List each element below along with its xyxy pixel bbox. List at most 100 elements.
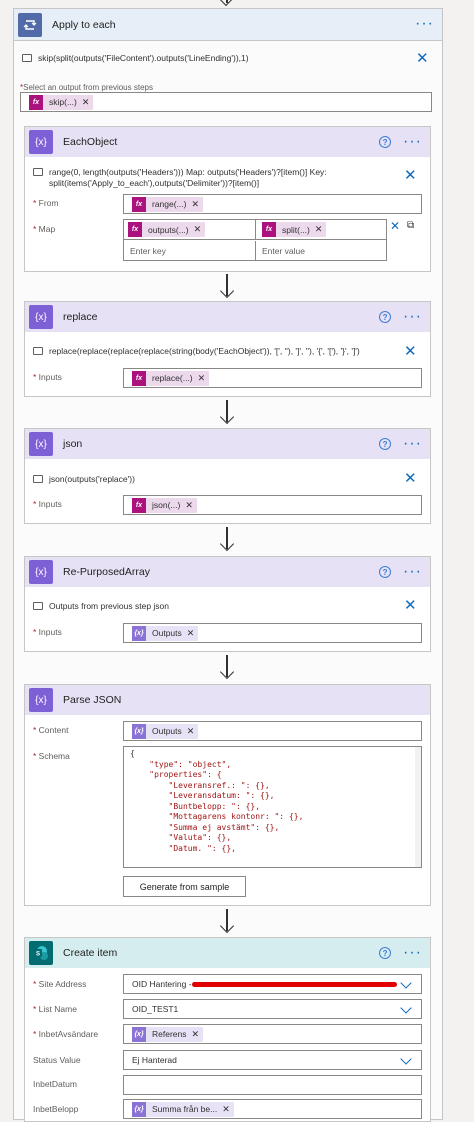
apply-comment[interactable]: skip(split(outputs('FileContent').output… — [22, 53, 402, 64]
apply-token[interactable]: fx skip(...) ✕ — [29, 94, 94, 110]
help-icon[interactable]: ? — [379, 311, 392, 323]
from-token[interactable]: fx range(...) ✕ — [132, 196, 204, 212]
parse-json-header[interactable]: {x} Parse JSON — [25, 685, 430, 715]
list-name-dropdown[interactable]: OID_TEST1 — [123, 999, 422, 1019]
comment-icon — [33, 168, 43, 176]
chevron-down-icon[interactable] — [400, 1002, 412, 1014]
inbet-belopp-field[interactable]: {x} Summa från be... ✕ — [123, 1099, 422, 1119]
eachobject-comment[interactable]: range(0, length(outputs('Headers'))) Map… — [33, 167, 363, 189]
comment-icon — [33, 475, 43, 483]
json-inputs-label: * Inputs — [33, 499, 62, 509]
token-remove-icon[interactable]: ✕ — [315, 224, 323, 235]
inbet-datum-field[interactable] — [123, 1075, 422, 1095]
json-comment-close-icon[interactable]: ✕ — [404, 471, 417, 486]
json-card: {x} json ? ··· json(outputs('replace')) ✕… — [24, 428, 431, 524]
eachobject-more-icon[interactable]: ··· — [403, 134, 422, 150]
token-remove-icon[interactable]: ✕ — [82, 97, 90, 108]
fx-icon: fx — [29, 94, 43, 110]
inbet-avsandare-token[interactable]: {x} Referens ✕ — [132, 1026, 204, 1042]
fx-icon: fx — [262, 222, 276, 237]
inbet-avsandare-field[interactable]: {x} Referens ✕ — [123, 1024, 422, 1044]
map-switch-mode-icon[interactable]: ⧉ — [407, 220, 414, 231]
json-inputs-field[interactable]: fx json(...) ✕ — [123, 495, 422, 515]
redaction-mark — [192, 982, 397, 987]
token-remove-icon[interactable]: ✕ — [222, 1104, 230, 1115]
apply-comment-close-icon[interactable]: ✕ — [416, 51, 429, 66]
create-item-card: S Create item ? ··· * Site Address OID Ha… — [24, 937, 431, 1122]
connector-arrowhead-top — [218, 0, 234, 7]
parse-content-field[interactable]: {x} Outputs ✕ — [123, 721, 422, 741]
chevron-down-icon[interactable] — [400, 977, 412, 989]
eachobject-header[interactable]: {x} EachObject ? ··· — [25, 127, 430, 157]
schema-line: "Buntbelopp: ": {}, — [130, 801, 261, 811]
eachobject-from-field[interactable]: fx range(...) ✕ — [123, 194, 422, 214]
json-title: json — [63, 438, 83, 450]
apply-to-each-title: Apply to each — [52, 18, 116, 31]
map-key-input[interactable]: Enter key — [124, 241, 256, 261]
json-comment[interactable]: json(outputs('replace')) — [33, 474, 373, 485]
curly-braces-icon: {x} — [29, 130, 53, 154]
loop-icon — [18, 12, 42, 37]
help-icon[interactable]: ? — [379, 566, 392, 578]
map-key-token[interactable]: fx outputs(...) ✕ — [128, 222, 206, 237]
token-remove-icon[interactable]: ✕ — [198, 373, 206, 384]
status-value-label: Status Value — [33, 1055, 81, 1065]
replace-header[interactable]: {x} replace ? ··· — [25, 302, 430, 332]
status-value-text: Ej Hanterad — [132, 1055, 177, 1065]
help-icon[interactable]: ? — [379, 947, 392, 959]
token-remove-icon[interactable]: ✕ — [194, 224, 202, 235]
json-comment-text: json(outputs('replace')) — [49, 474, 135, 484]
repurposed-inputs-label: * Inputs — [33, 627, 62, 637]
map-value-cell[interactable]: fx split(...) ✕ — [256, 220, 386, 240]
comment-icon — [22, 54, 32, 62]
curly-braces-icon: {x} — [29, 688, 53, 712]
repurposed-inputs-field[interactable]: {x} Outputs ✕ — [123, 623, 422, 643]
apply-select-field[interactable]: fx skip(...) ✕ — [20, 92, 432, 112]
parse-content-label: * Content — [33, 725, 69, 735]
schema-scrollbar[interactable] — [415, 747, 421, 867]
repurposed-token[interactable]: {x} Outputs ✕ — [132, 625, 199, 641]
replace-token[interactable]: fx replace(...) ✕ — [132, 370, 210, 386]
inbet-belopp-token[interactable]: {x} Summa från be... ✕ — [132, 1101, 234, 1117]
map-row-delete-icon[interactable]: ✕ — [390, 220, 400, 232]
apply-more-icon[interactable]: ··· — [415, 16, 434, 32]
site-address-dropdown[interactable]: OID Hantering - — [123, 974, 422, 994]
schema-line: "Datum. ": {}, — [130, 843, 236, 853]
map-value-token[interactable]: fx split(...) ✕ — [262, 222, 327, 237]
json-header[interactable]: {x} json ? ··· — [25, 429, 430, 459]
apply-to-each-header[interactable]: Apply to each ··· — [14, 9, 442, 41]
status-value-dropdown[interactable]: Ej Hanterad — [123, 1050, 422, 1070]
token-remove-icon[interactable]: ✕ — [192, 199, 200, 210]
eachobject-comment-close-icon[interactable]: ✕ — [404, 168, 417, 183]
token-remove-icon[interactable]: ✕ — [187, 726, 195, 737]
schema-editor[interactable]: { "type": "object", "properties": { "Lev… — [123, 746, 422, 868]
create-item-header[interactable]: S Create item ? ··· — [25, 938, 430, 968]
json-more-icon[interactable]: ··· — [403, 436, 422, 452]
repurposed-comment-close-icon[interactable]: ✕ — [404, 598, 417, 613]
schema-line: "type": "object", — [130, 759, 232, 769]
map-value-input[interactable]: Enter value — [256, 241, 386, 261]
schema-line: "Mottagarens kontonr: ": {}, — [130, 812, 304, 821]
token-remove-icon[interactable]: ✕ — [185, 500, 193, 511]
eachobject-title: EachObject — [63, 136, 118, 148]
help-icon[interactable]: ? — [379, 438, 392, 450]
repurposed-more-icon[interactable]: ··· — [403, 564, 422, 580]
repurposed-comment[interactable]: Outputs from previous step json — [33, 601, 373, 612]
token-remove-icon[interactable]: ✕ — [187, 628, 195, 639]
create-item-more-icon[interactable]: ··· — [403, 945, 422, 961]
help-icon[interactable]: ? — [379, 136, 392, 148]
json-token[interactable]: fx json(...) ✕ — [132, 497, 197, 513]
replace-comment[interactable]: replace(replace(replace(replace(string(b… — [33, 346, 373, 357]
map-key-cell[interactable]: fx outputs(...) ✕ — [124, 220, 256, 240]
repurposed-header[interactable]: {x} Re-PurposedArray ? ··· — [25, 557, 430, 587]
generate-from-sample-button[interactable]: Generate from sample — [123, 876, 246, 897]
parse-content-token[interactable]: {x} Outputs ✕ — [132, 723, 199, 739]
token-remove-icon[interactable]: ✕ — [192, 1029, 200, 1040]
replace-more-icon[interactable]: ··· — [403, 309, 422, 325]
replace-comment-close-icon[interactable]: ✕ — [404, 344, 417, 359]
replace-inputs-field[interactable]: fx replace(...) ✕ — [123, 368, 422, 388]
parse-schema-label: * Schema — [33, 751, 70, 761]
list-name-label: * List Name — [33, 1004, 77, 1014]
curly-braces-icon: {x} — [29, 560, 53, 584]
chevron-down-icon[interactable] — [400, 1053, 412, 1065]
